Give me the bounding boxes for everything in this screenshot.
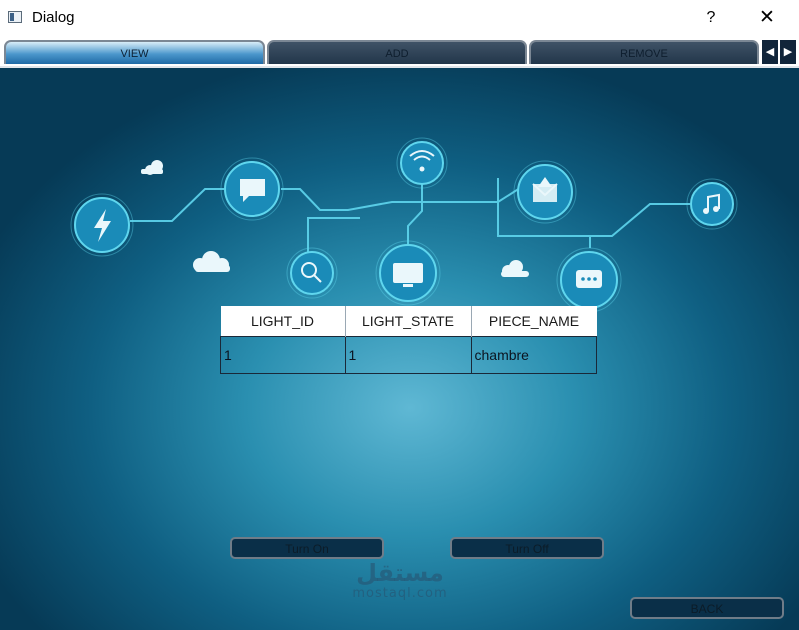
turn-off-button[interactable]: Turn Off (450, 537, 604, 559)
tab-scroll-right-icon[interactable]: ▶ (779, 39, 797, 65)
help-button[interactable]: ? (700, 6, 722, 30)
close-button[interactable]: ✕ (754, 6, 780, 30)
table-row[interactable]: 1 1 chambre (220, 336, 597, 374)
watermark: مستقل mostaql.com (345, 560, 455, 601)
tab-add[interactable]: ADD (267, 40, 527, 64)
window-title: Dialog (32, 9, 75, 26)
title-bar: Dialog ? ✕ (0, 0, 799, 36)
tab-scroll-left-icon[interactable]: ◀ (761, 39, 779, 65)
table-cell-light-state[interactable]: 1 (344, 336, 472, 374)
lights-table: LIGHT_ID LIGHT_STATE PIECE_NAME 1 1 cham… (220, 306, 597, 374)
window-icon (8, 11, 22, 23)
tab-remove[interactable]: REMOVE (529, 40, 759, 64)
watermark-arabic: مستقل (356, 559, 444, 587)
background-image: LIGHT_ID LIGHT_STATE PIECE_NAME 1 1 cham… (0, 68, 799, 630)
column-header-piece-name[interactable]: PIECE_NAME (471, 306, 597, 337)
watermark-latin: mostaql.com (352, 586, 448, 601)
back-button[interactable]: BACK (630, 597, 784, 619)
turn-on-button[interactable]: Turn On (230, 537, 384, 559)
table-cell-piece-name[interactable]: chambre (470, 336, 597, 374)
table-cell-light-id[interactable]: 1 (220, 336, 346, 374)
tab-bar: VIEW ADD REMOVE (0, 36, 799, 68)
column-header-light-id[interactable]: LIGHT_ID (220, 306, 346, 337)
column-header-light-state[interactable]: LIGHT_STATE (345, 306, 472, 337)
tab-view[interactable]: VIEW (4, 40, 265, 64)
table-header-row: LIGHT_ID LIGHT_STATE PIECE_NAME (220, 306, 597, 337)
